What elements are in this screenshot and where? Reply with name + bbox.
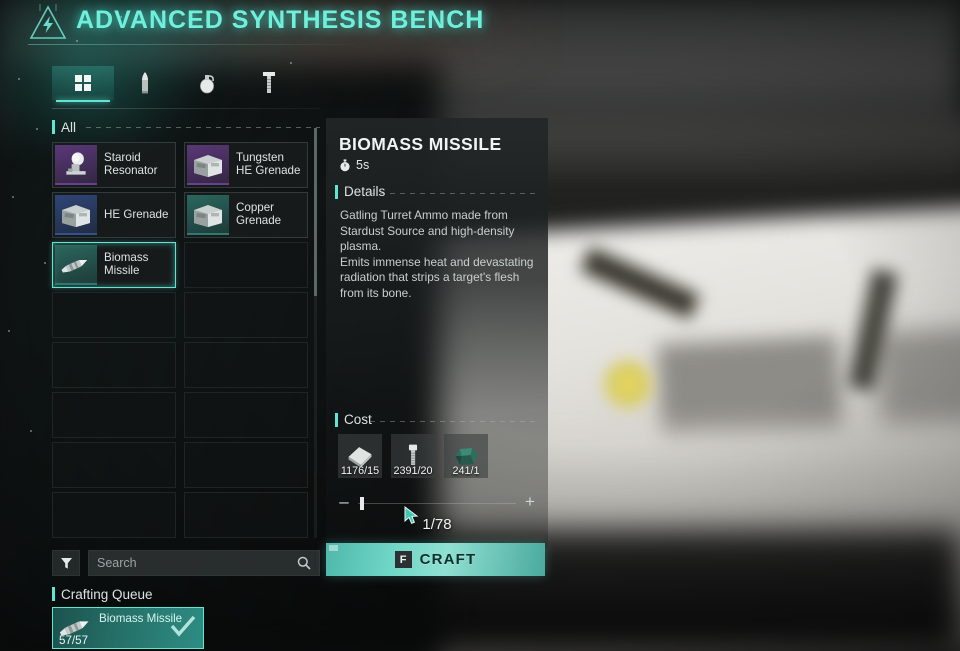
recipe-slot-empty[interactable] (184, 492, 308, 538)
search-placeholder: Search (97, 556, 137, 570)
cost-header: Cost (335, 412, 372, 427)
recipe-slot-empty[interactable] (184, 442, 308, 488)
category-header: All (52, 118, 76, 136)
recipe-item-label: Biomass Missile (104, 251, 149, 277)
cost-item-list: 1176/15 2391/20 241/1 (338, 434, 488, 478)
queue-item[interactable]: Biomass Missile 57/57 (52, 607, 204, 649)
accent-bar (335, 412, 338, 427)
item-title: BIOMASS MISSILE (339, 134, 502, 154)
tab-ammo[interactable] (114, 66, 176, 100)
recipe-item-thumbnail (55, 145, 97, 185)
recipe-item-thumbnail (187, 195, 229, 235)
header-rule (28, 44, 368, 45)
details-header: Details (335, 184, 385, 199)
recipe-browser-panel: All Staroid Resonator Tungsten HE Grenad… (52, 66, 320, 576)
recipe-slot-empty[interactable] (184, 392, 308, 438)
item-detail-panel: BIOMASS MISSILE 5s Details Gatling Turre… (326, 118, 548, 548)
accent-bar (335, 184, 338, 199)
quantity-decrease-button[interactable]: – (336, 493, 352, 512)
category-divider (86, 127, 320, 128)
recipe-slot-empty[interactable] (52, 492, 176, 538)
recipe-item[interactable]: HE Grenade (52, 192, 176, 238)
quantity-increase-button[interactable]: + (522, 493, 538, 512)
recipe-item-thumbnail (55, 195, 97, 235)
recipe-item[interactable]: Biomass Missile (52, 242, 176, 288)
tabs-underline (52, 108, 320, 109)
recipe-slot-empty[interactable] (184, 342, 308, 388)
recipe-item[interactable]: Copper Grenade (184, 192, 308, 238)
cost-item-quantity: 1176/15 (340, 465, 380, 477)
cost-item[interactable]: 1176/15 (338, 434, 382, 478)
quantity-slider-track[interactable] (358, 503, 516, 504)
accent-bar (52, 120, 55, 134)
category-tabs (52, 66, 320, 108)
recipe-slot-empty[interactable] (52, 392, 176, 438)
recipe-item[interactable]: Staroid Resonator (52, 142, 176, 188)
recipe-slot-empty[interactable] (184, 242, 308, 288)
bolt-icon (263, 72, 275, 93)
tab-grenades[interactable] (176, 66, 238, 100)
details-label: Details (344, 184, 386, 199)
cost-item[interactable]: 241/1 (444, 434, 488, 478)
grenade-crate-icon (194, 205, 222, 227)
cost-item[interactable]: 2391/20 (391, 434, 435, 478)
quantity-slider-handle[interactable] (360, 497, 365, 510)
search-row: Search (52, 550, 320, 576)
filter-button[interactable] (52, 550, 80, 576)
queue-item-count: 57/57 (59, 634, 89, 647)
tab-parts[interactable] (238, 66, 300, 100)
recipe-item[interactable]: Tungsten HE Grenade (184, 142, 308, 188)
craft-time: 5s (339, 158, 369, 172)
recipe-slot-empty[interactable] (52, 292, 176, 338)
category-label: All (61, 119, 77, 135)
queue-list: Biomass Missile 57/57 (52, 607, 320, 649)
tab-all[interactable] (52, 66, 114, 102)
recipe-item-label: Staroid Resonator (104, 151, 158, 177)
quantity-stepper: – + (336, 493, 538, 514)
craft-button-label: CRAFT (419, 551, 477, 568)
recipe-list-scrollbar[interactable] (314, 128, 317, 538)
recipe-slot-empty[interactable] (184, 292, 308, 338)
queue-label: Crafting Queue (61, 586, 153, 602)
queue-header: Crafting Queue (52, 586, 320, 602)
grenade-crate-icon (194, 155, 222, 177)
hazard-lightning-icon (29, 4, 67, 39)
cost-label: Cost (344, 412, 372, 427)
recipe-slot-empty[interactable] (52, 342, 176, 388)
crafting-queue-panel: Crafting Queue Biomass Missile 57/57 (52, 586, 320, 649)
funnel-icon (60, 557, 72, 569)
recipe-item-thumbnail (187, 145, 229, 185)
stopwatch-icon (340, 158, 350, 171)
queue-item-complete-check (170, 615, 196, 643)
recipe-item-label: HE Grenade (104, 207, 169, 221)
recipe-slot-empty[interactable] (52, 442, 176, 488)
bullet-icon (142, 72, 148, 94)
recipe-item-label: Tungsten HE Grenade (236, 151, 301, 177)
craft-button[interactable]: F CRAFT (326, 543, 545, 576)
craft-time-value: 5s (356, 158, 370, 172)
grenade-icon (200, 75, 214, 94)
mouse-pointer-icon (404, 506, 419, 525)
item-description: Gatling Turret Ammo made from Stardust S… (340, 208, 534, 300)
resonator-icon (66, 152, 86, 175)
window-header: ADVANCED SYNTHESIS BENCH (0, 0, 960, 50)
recipe-grid: Staroid Resonator Tungsten HE Grenade HE… (52, 142, 320, 546)
accent-bar (52, 587, 55, 601)
grenade-crate-icon (62, 205, 90, 227)
grid-icon (75, 75, 91, 91)
search-input[interactable]: Search (88, 550, 320, 576)
scrollbar-thumb[interactable] (314, 128, 317, 296)
cost-item-quantity: 241/1 (452, 465, 480, 477)
quantity-value: 1/78 (422, 516, 452, 533)
recipe-item-thumbnail (55, 245, 97, 285)
missile-icon (61, 259, 88, 273)
check-icon (170, 615, 196, 637)
page-title: ADVANCED SYNTHESIS BENCH (76, 6, 485, 34)
craft-key-badge: F (394, 551, 412, 568)
magnifier-icon (297, 556, 311, 570)
cost-divider (370, 421, 540, 422)
recipe-item-label: Copper Grenade (236, 201, 282, 227)
details-divider (370, 193, 540, 194)
cost-item-quantity: 2391/20 (393, 465, 433, 477)
